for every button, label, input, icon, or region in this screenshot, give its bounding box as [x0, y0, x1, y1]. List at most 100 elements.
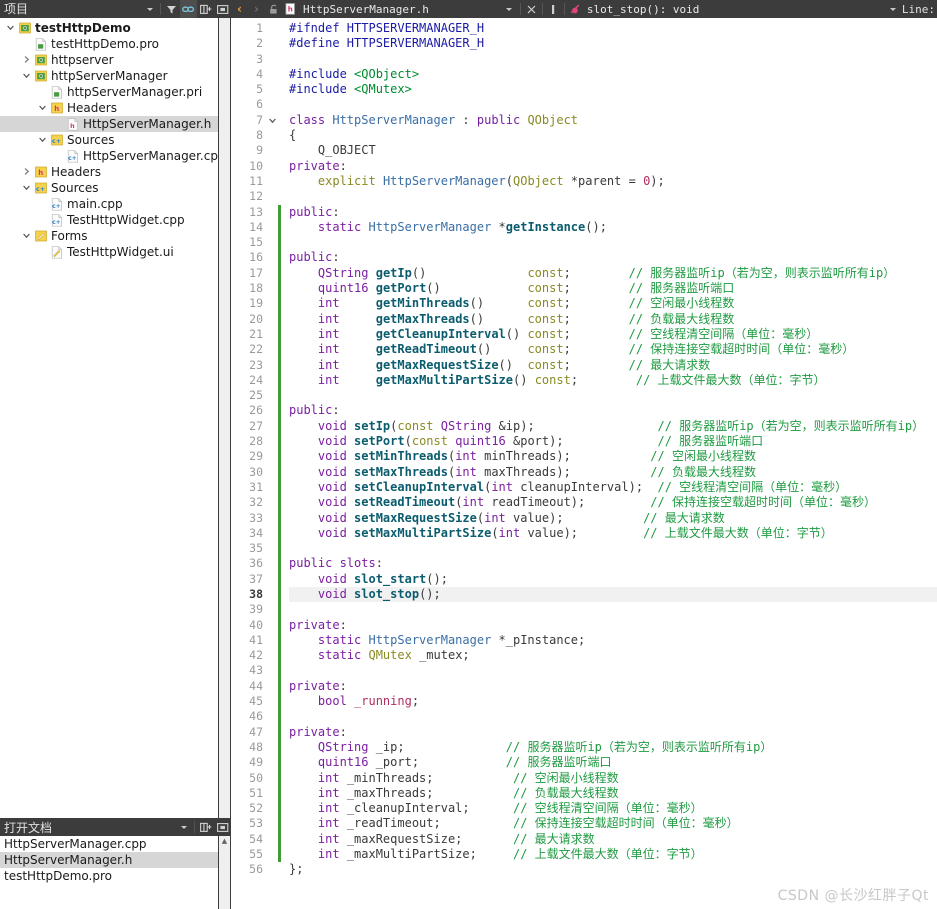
tree-expand-down-icon[interactable] [36, 103, 49, 114]
code-line[interactable]: public slots: [289, 556, 937, 571]
code-line[interactable] [289, 97, 937, 112]
code-editor[interactable]: 1234567891011121314151617181920212223242… [231, 18, 937, 909]
project-tree-scrollbar[interactable] [218, 18, 230, 818]
code-line[interactable]: #define HTTPSERVERMANAGER_H [289, 36, 937, 51]
code-line[interactable]: void setReadTimeout(int readTimeout); //… [289, 495, 937, 510]
tree-expand-right-icon[interactable] [20, 55, 33, 66]
code-line[interactable]: int getReadTimeout() const; // 保持连接空载超时时… [289, 342, 937, 357]
tree-item-sources[interactable]: c+Sources [0, 180, 230, 196]
code-line[interactable]: class HttpServerManager : public QObject [289, 113, 937, 128]
code-line[interactable]: static QMutex _mutex; [289, 648, 937, 663]
code-line[interactable]: int _maxRequestSize; // 最大请求数 [289, 832, 937, 847]
code-line[interactable] [289, 189, 937, 204]
code-line[interactable]: QString getIp() const; // 服务器监听ip（若为空，则表… [289, 266, 937, 281]
split-add-icon[interactable] [197, 0, 214, 18]
tree-expand-down-icon[interactable] [36, 135, 49, 146]
tree-item-testhttpdemo-pro[interactable]: testHttpDemo.pro [0, 36, 230, 52]
code-line[interactable] [289, 663, 937, 678]
code-line[interactable]: bool _running; [289, 694, 937, 709]
code-line[interactable]: int _cleanupInterval; // 空线程清空间隔（单位：毫秒） [289, 801, 937, 816]
open-documents-scrollbar[interactable]: ▲ [218, 836, 230, 909]
window-icon[interactable] [214, 0, 231, 18]
code-line[interactable]: void slot_start(); [289, 572, 937, 587]
open-documents-dropdown-icon[interactable] [175, 818, 192, 836]
code-line[interactable]: static HttpServerManager *_pInstance; [289, 633, 937, 648]
forward-chevron-icon[interactable]: › [248, 0, 265, 18]
code-line[interactable]: #include <QObject> [289, 67, 937, 82]
code-line[interactable]: private: [289, 679, 937, 694]
open-documents-list[interactable]: HttpServerManager.cppHttpServerManager.h… [0, 836, 231, 909]
code-line[interactable]: private: [289, 618, 937, 633]
code-line[interactable]: int getMaxMultiPartSize() const; // 上载文件… [289, 373, 937, 388]
tree-item-main-cpp[interactable]: c+main.cpp [0, 196, 230, 212]
tree-expand-down-icon[interactable] [20, 231, 33, 242]
filter-icon[interactable] [163, 0, 180, 18]
tree-item-httpservermanager-h[interactable]: hHttpServerManager.h [0, 116, 230, 132]
code-line[interactable] [289, 709, 937, 724]
code-line[interactable]: void setIp(const QString &ip); // 服务器监听i… [289, 419, 937, 434]
code-line[interactable]: QString _ip; // 服务器监听ip（若为空，则表示监听所有ip） [289, 740, 937, 755]
code-line[interactable]: void setMinThreads(int minThreads); // 空… [289, 449, 937, 464]
open-file-tab-label[interactable]: HttpServerManager.h [299, 3, 429, 16]
code-line[interactable]: void setMaxMultiPartSize(int value); // … [289, 526, 937, 541]
fold-toggle-icon[interactable] [267, 113, 278, 128]
code-line[interactable]: public: [289, 403, 937, 418]
projects-dropdown-icon[interactable] [141, 0, 158, 18]
code-line[interactable]: #include <QMutex> [289, 82, 937, 97]
code-line[interactable]: int _maxMultiPartSize; // 上载文件最大数（单位：字节） [289, 847, 937, 862]
code-line[interactable]: void setPort(const quint16 &port); // 服务… [289, 434, 937, 449]
tree-item-headers[interactable]: hHeaders [0, 164, 230, 180]
code-line[interactable]: explicit HttpServerManager(QObject *pare… [289, 174, 937, 189]
tree-item-forms[interactable]: Forms [0, 228, 230, 244]
tree-item-testhttpwidget-ui[interactable]: TestHttpWidget.ui [0, 244, 230, 260]
scroll-up-arrow[interactable]: ▲ [219, 836, 230, 846]
tree-item-httpservermanager-cpp[interactable]: c+HttpServerManager.cpp [0, 148, 230, 164]
code-line[interactable] [289, 388, 937, 403]
code-line[interactable]: }; [289, 862, 937, 877]
split-add-icon-2[interactable] [197, 818, 214, 836]
code-line[interactable]: public: [289, 250, 937, 265]
tree-expand-down-icon[interactable] [20, 183, 33, 194]
symbol-dropdown-icon[interactable] [885, 0, 902, 18]
code-line[interactable]: quint16 _port; // 服务器监听端口 [289, 755, 937, 770]
open-document-item[interactable]: testHttpDemo.pro [0, 868, 230, 884]
code-line[interactable] [289, 52, 937, 67]
close-icon[interactable] [523, 0, 540, 18]
fold-marker-column[interactable] [267, 18, 278, 878]
tree-item-httpservermanager-pri[interactable]: httpServerManager.pri [0, 84, 230, 100]
link-icon[interactable] [180, 0, 197, 18]
code-line[interactable] [289, 235, 937, 250]
code-line[interactable]: int _minThreads; // 空闲最小线程数 [289, 771, 937, 786]
code-text-area[interactable]: #ifndef HTTPSERVERMANAGER_H#define HTTPS… [281, 18, 937, 878]
code-line[interactable]: int getCleanupInterval() const; // 空线程清空… [289, 327, 937, 342]
split-editor-icon[interactable] [545, 0, 562, 18]
tree-item-httpserver[interactable]: Qhttpserver [0, 52, 230, 68]
tree-expand-right-icon[interactable] [20, 167, 33, 178]
code-line[interactable]: { [289, 128, 937, 143]
tree-expand-down-icon[interactable] [20, 71, 33, 82]
tree-item-sources[interactable]: c+Sources [0, 132, 230, 148]
code-line[interactable]: void setCleanupInterval(int cleanupInter… [289, 480, 937, 495]
lock-icon[interactable] [265, 0, 282, 18]
tree-expand-down-icon[interactable] [4, 23, 17, 34]
code-line[interactable]: int getMaxRequestSize() const; // 最大请求数 [289, 358, 937, 373]
open-document-item[interactable]: HttpServerManager.cpp [0, 836, 230, 852]
code-line[interactable] [289, 541, 937, 556]
back-chevron-icon[interactable]: ‹ [231, 0, 248, 18]
code-line[interactable]: public: [289, 205, 937, 220]
code-line[interactable]: void setMaxThreads(int maxThreads); // 负… [289, 465, 937, 480]
code-line[interactable]: #ifndef HTTPSERVERMANAGER_H [289, 21, 937, 36]
code-line[interactable]: static HttpServerManager *getInstance(); [289, 220, 937, 235]
open-document-item[interactable]: HttpServerManager.h [0, 852, 230, 868]
code-line[interactable]: int _readTimeout; // 保持连接空载超时时间（单位：毫秒） [289, 816, 937, 831]
tree-item-testhttpwidget-cpp[interactable]: c+TestHttpWidget.cpp [0, 212, 230, 228]
bookmark-icon[interactable] [567, 0, 584, 18]
tree-item-httpservermanager[interactable]: QhttpServerManager [0, 68, 230, 84]
file-tab-dropdown-icon[interactable] [501, 0, 518, 18]
code-line[interactable]: Q_OBJECT [289, 143, 937, 158]
code-line[interactable]: int getMinThreads() const; // 空闲最小线程数 [289, 296, 937, 311]
project-tree[interactable]: QtestHttpDemotestHttpDemo.proQhttpserver… [0, 18, 231, 818]
current-symbol-label[interactable]: slot_stop(): void [584, 3, 700, 16]
code-line[interactable] [289, 602, 937, 617]
code-line[interactable]: int _maxThreads; // 负载最大线程数 [289, 786, 937, 801]
